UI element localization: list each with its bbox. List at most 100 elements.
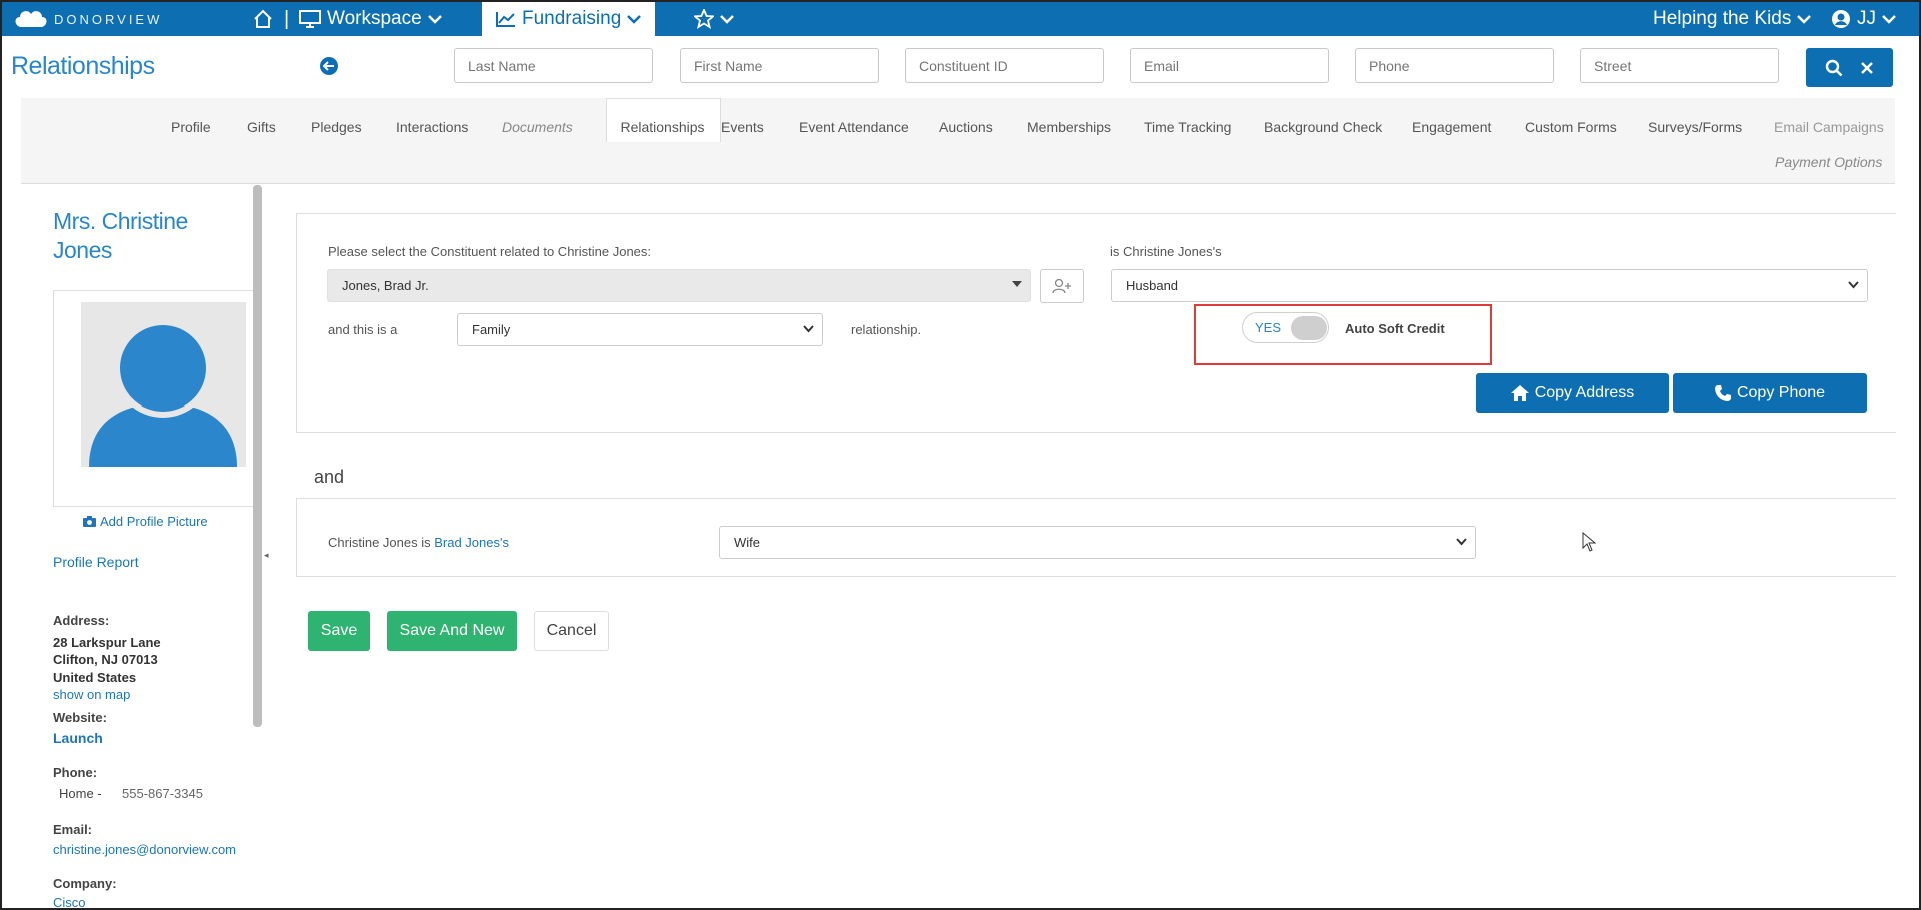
- tab-events[interactable]: Events: [721, 119, 764, 135]
- workspace-label: Workspace: [327, 8, 422, 29]
- tab-interactions[interactable]: Interactions: [396, 119, 468, 135]
- constituent-select[interactable]: Jones, Brad Jr.: [327, 269, 1031, 302]
- workspace-menu[interactable]: Workspace: [299, 2, 442, 36]
- toggle-knob: [1291, 316, 1327, 340]
- select-constituent-prompt: Please select the Constituent related to…: [328, 244, 652, 259]
- user-circle-icon: [1832, 10, 1850, 28]
- nav-divider: |: [284, 7, 290, 30]
- first-name-search[interactable]: [680, 48, 879, 83]
- tab-payment-options[interactable]: Payment Options: [1775, 154, 1882, 170]
- copy-phone-button[interactable]: Copy Phone: [1673, 373, 1867, 413]
- relationship-suffix: relationship.: [851, 322, 922, 337]
- donorview-logo[interactable]: DONORVIEW: [14, 9, 162, 29]
- home-icon: [1510, 385, 1529, 401]
- save-and-new-button[interactable]: Save And New: [387, 611, 517, 651]
- tab-email-campaigns[interactable]: Email Campaigns: [1774, 119, 1884, 135]
- copy-phone-label: Copy Phone: [1736, 384, 1826, 401]
- home-icon: [254, 9, 272, 28]
- relation-select-value: Husband: [1126, 278, 1179, 293]
- chevron-down-icon: [627, 15, 642, 24]
- reverse-constituent-link[interactable]: Brad Jones's: [434, 535, 509, 550]
- phone-icon: [1714, 385, 1731, 401]
- chevron-down-icon: [720, 15, 734, 24]
- tab-profile[interactable]: Profile: [171, 119, 211, 135]
- close-icon[interactable]: [1860, 61, 1874, 75]
- tab-memberships[interactable]: Memberships: [1027, 119, 1111, 135]
- favorites-menu[interactable]: [694, 2, 734, 36]
- avatar: [81, 302, 246, 467]
- logo-icon: [15, 11, 47, 27]
- person-placeholder-icon: [89, 318, 237, 467]
- star-icon: [694, 9, 714, 29]
- address-line-3: United States: [53, 670, 137, 685]
- add-user-icon: [1052, 278, 1071, 294]
- website-launch-link[interactable]: Launch: [53, 730, 103, 746]
- constituent-id-search[interactable]: [905, 48, 1104, 83]
- sidebar-scrollbar[interactable]: [253, 185, 262, 727]
- phone-search[interactable]: [1355, 48, 1554, 83]
- chevron-down-icon: [1797, 15, 1812, 24]
- toggle-yes-label: YES: [1255, 320, 1282, 335]
- reverse-relationship-panel: Christine Jones is Brad Jones's Wife: [296, 498, 1896, 577]
- tab-engagement[interactable]: Engagement: [1412, 119, 1491, 135]
- page-title: Relationships: [11, 52, 155, 80]
- home-button[interactable]: [253, 2, 273, 36]
- email-search[interactable]: [1130, 48, 1329, 83]
- tab-event-attendance[interactable]: Event Attendance: [799, 119, 909, 135]
- relationship-type-select[interactable]: Family: [457, 313, 823, 346]
- tab-background-check[interactable]: Background Check: [1264, 119, 1382, 135]
- search-button-group: [1806, 48, 1893, 87]
- monitor-icon: [299, 10, 321, 28]
- is-relation-label: is Christine Jones's: [1110, 244, 1222, 259]
- auto-soft-credit-label: Auto Soft Credit: [1345, 321, 1445, 336]
- street-search[interactable]: [1580, 48, 1779, 83]
- top-nav: DONORVIEW | Workspace Fundraising Helpin…: [2, 2, 1919, 36]
- tab-time-tracking[interactable]: Time Tracking: [1144, 119, 1231, 135]
- save-button[interactable]: Save: [308, 611, 370, 651]
- profile-tabs: Profile Gifts Pledges Interactions Docum…: [21, 98, 1895, 184]
- fundraising-menu[interactable]: Fundraising: [482, 2, 656, 36]
- chart-line-icon: [496, 12, 515, 27]
- chevron-down-icon: [1882, 15, 1896, 24]
- tab-surveys-forms[interactable]: Surveys/Forms: [1648, 119, 1742, 135]
- organization-menu[interactable]: Helping the Kids: [1653, 2, 1812, 36]
- auto-soft-credit-highlight: [1194, 304, 1492, 365]
- constituent-name: Mrs. Christine Jones: [53, 208, 188, 263]
- user-initials: JJ: [1857, 8, 1876, 29]
- phone-label: Phone:: [53, 765, 98, 780]
- organization-label: Helping the Kids: [1653, 8, 1792, 29]
- tab-documents[interactable]: Documents: [502, 119, 573, 135]
- relation-select[interactable]: Husband: [1111, 269, 1868, 302]
- and-separator: and: [314, 467, 345, 487]
- and-this-is-a-label: and this is a: [328, 322, 398, 337]
- fundraising-label: Fundraising: [522, 8, 622, 29]
- user-menu[interactable]: JJ: [1831, 2, 1896, 36]
- company-link[interactable]: Cisco: [53, 895, 86, 908]
- caret-down-icon: [1012, 281, 1022, 287]
- collapse-sidebar-icon[interactable]: ◂: [264, 550, 269, 561]
- email-link[interactable]: christine.jones@donorview.com: [53, 842, 236, 857]
- address-line-2: Clifton, NJ 07013: [53, 652, 158, 667]
- add-profile-picture-link[interactable]: Add Profile Picture: [83, 514, 208, 529]
- phone-number: 555-867-3345: [122, 786, 203, 801]
- copy-address-label: Copy Address: [1534, 384, 1635, 401]
- address-line-1: 28 Larkspur Lane: [53, 635, 161, 650]
- reverse-relation-select[interactable]: Wife: [719, 526, 1476, 559]
- tab-auctions[interactable]: Auctions: [939, 119, 993, 135]
- last-name-search[interactable]: [454, 48, 653, 83]
- tab-relationships[interactable]: Relationships: [605, 119, 720, 135]
- tab-gifts[interactable]: Gifts: [247, 119, 276, 135]
- tab-pledges[interactable]: Pledges: [311, 119, 362, 135]
- profile-sidebar: Mrs. Christine Jones Add Profile Picture…: [21, 185, 258, 908]
- chevron-down-icon: [1848, 281, 1859, 289]
- auto-soft-credit-toggle[interactable]: YES: [1242, 312, 1329, 343]
- search-icon[interactable]: [1825, 59, 1843, 77]
- show-on-map-link[interactable]: show on map: [53, 687, 130, 702]
- add-constituent-button[interactable]: [1040, 269, 1084, 303]
- tab-custom-forms[interactable]: Custom Forms: [1525, 119, 1617, 135]
- company-label: Company:: [53, 876, 117, 891]
- cancel-button[interactable]: Cancel: [534, 611, 609, 651]
- back-arrow-icon[interactable]: [320, 57, 338, 75]
- profile-report-link[interactable]: Profile Report: [53, 554, 139, 570]
- copy-address-button[interactable]: Copy Address: [1476, 373, 1669, 413]
